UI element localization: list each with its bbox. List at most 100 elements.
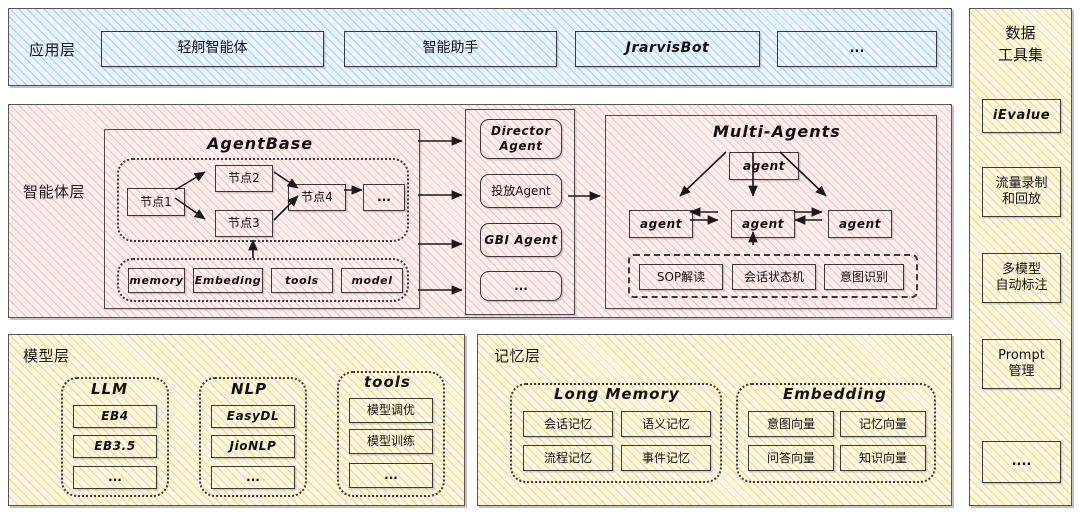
agent-item-1[interactable]: 投放Agent [480, 174, 562, 208]
long-memory-item-3[interactable]: 事件记忆 [621, 445, 711, 471]
node-4[interactable]: ... [363, 184, 405, 211]
embedding-item-2[interactable]: 问答向量 [748, 445, 834, 471]
llm-item-1[interactable]: EB3.5 [73, 435, 157, 458]
data-tools-panel: 数据 工具集 iEvalue 流量录制 和回放 多模型 自动标注 Prompt … [969, 8, 1072, 506]
node-1-label: 节点2 [228, 171, 260, 185]
node-3[interactable]: 节点4 [288, 184, 346, 211]
memory-group-long-title: Long Memory [554, 385, 680, 403]
multi-agent-right[interactable]: agent [828, 210, 892, 238]
agent-item-3[interactable]: ... [480, 271, 562, 301]
app-item-0-label: 轻舸智能体 [177, 40, 248, 57]
app-item-0[interactable]: 轻舸智能体 [101, 31, 324, 67]
long-memory-item-0-label: 会话记忆 [543, 416, 592, 431]
multi-agent-top-label: agent [742, 158, 786, 173]
long-memory-item-2[interactable]: 流程记忆 [523, 445, 613, 471]
node-2-label: 节点3 [228, 216, 260, 230]
nlp-item-2[interactable]: ... [211, 466, 295, 489]
node-2[interactable]: 节点3 [215, 210, 273, 237]
model-group-nlp-title: NLP [231, 380, 268, 398]
llm-item-0[interactable]: EB4 [73, 405, 157, 428]
data-tools-item-3[interactable]: Prompt 管理 [982, 339, 1061, 389]
data-tools-title: 数据 工具集 [970, 23, 1071, 67]
data-tools-item-2-label: 多模型 自动标注 [995, 261, 1048, 293]
nlp-item-1[interactable]: JioNLP [211, 435, 295, 458]
data-tools-item-2[interactable]: 多模型 自动标注 [982, 253, 1061, 303]
tools-item-0[interactable]: 模型调优 [349, 398, 433, 423]
long-memory-item-0[interactable]: 会话记忆 [523, 411, 613, 437]
agents-column-container: Director Agent 投放Agent GBI Agent ... [465, 109, 575, 315]
embedding-item-3-label: 知识向量 [858, 450, 907, 465]
node-3-label: 节点4 [301, 190, 333, 204]
agent-item-0[interactable]: Director Agent [480, 119, 562, 159]
data-tools-item-1[interactable]: 流量录制 和回放 [982, 167, 1061, 217]
llm-item-0-label: EB4 [101, 409, 129, 423]
embedding-item-1[interactable]: 记忆向量 [840, 411, 926, 437]
capability-2[interactable]: 意图识别 [824, 264, 904, 290]
node-0[interactable]: 节点1 [127, 188, 185, 216]
tools-item-2[interactable]: ... [349, 463, 433, 488]
capability-0[interactable]: SOP解读 [639, 264, 723, 290]
embedding-item-1-label: 记忆向量 [858, 416, 907, 431]
tools-item-1-label: 模型训练 [366, 434, 415, 448]
llm-item-1-label: EB3.5 [94, 439, 136, 453]
resource-0-label: memory [129, 273, 184, 287]
nlp-item-0[interactable]: EasyDL [211, 405, 295, 428]
data-tools-item-4-label: .... [1011, 453, 1032, 469]
tools-item-1[interactable]: 模型训练 [349, 429, 433, 454]
resource-1[interactable]: Embeding [193, 268, 263, 293]
resource-3[interactable]: model [341, 268, 403, 293]
node-1[interactable]: 节点2 [215, 165, 273, 192]
embedding-item-0-label: 意图向量 [766, 416, 815, 431]
memory-group-embedding-title: Embedding [783, 385, 887, 403]
resource-2-label: tools [285, 273, 319, 287]
app-item-3[interactable]: ... [777, 31, 937, 67]
resource-0[interactable]: memory [128, 268, 185, 293]
tools-item-0-label: 模型调优 [366, 403, 415, 417]
data-tools-item-4[interactable]: .... [982, 441, 1061, 483]
app-item-3-label: ... [849, 40, 865, 56]
data-tools-title-line1: 数据 [1005, 24, 1036, 42]
agent-item-0-label: Director Agent [491, 124, 551, 153]
capability-1[interactable]: 会话状态机 [732, 264, 816, 290]
resource-2[interactable]: tools [271, 268, 333, 293]
agent-layer-label: 智能体层 [23, 183, 86, 201]
data-tools-item-0-label: iEvalue [992, 107, 1051, 123]
embedding-item-3[interactable]: 知识向量 [840, 445, 926, 471]
capability-2-label: 意图识别 [839, 269, 888, 284]
multi-agent-right-label: agent [838, 216, 882, 231]
model-group-tools-title: tools [364, 373, 411, 391]
app-item-2-label: JrarvisBot [625, 40, 710, 57]
capability-0-label: SOP解读 [656, 269, 706, 284]
llm-item-2[interactable]: ... [73, 466, 157, 489]
agent-item-1-label: 投放Agent [491, 183, 551, 198]
data-tools-item-1-label: 流量录制 和回放 [995, 175, 1048, 207]
embedding-item-0[interactable]: 意图向量 [748, 411, 834, 437]
nlp-item-2-label: ... [246, 470, 260, 484]
nlp-item-1-label: JioNLP [229, 439, 277, 453]
agent-item-2[interactable]: GBI Agent [480, 223, 562, 257]
resource-3-label: model [351, 273, 393, 287]
nlp-item-0-label: EasyDL [226, 409, 280, 423]
data-tools-item-0[interactable]: iEvalue [982, 99, 1061, 133]
long-memory-item-1[interactable]: 语义记忆 [621, 411, 711, 437]
memory-layer-label: 记忆层 [494, 347, 541, 365]
long-memory-item-1-label: 语义记忆 [641, 416, 690, 431]
tools-item-2-label: ... [384, 468, 398, 482]
app-item-1-label: 智能助手 [422, 40, 479, 57]
agent-base-container: AgentBase 节点1 节点2 节点3 节点4 ... memory Emb… [104, 129, 420, 309]
application-layer-panel: 应用层 轻舸智能体 智能助手 JrarvisBot ... [8, 8, 952, 86]
data-tools-item-3-label: Prompt 管理 [998, 347, 1045, 379]
long-memory-item-3-label: 事件记忆 [641, 450, 690, 465]
multi-agent-top[interactable]: agent [729, 152, 799, 180]
agent-item-3-label: ... [514, 278, 528, 293]
model-layer-panel: 模型层 LLM EB4 EB3.5 ... NLP EasyDL JioNLP … [8, 334, 465, 506]
agent-layer-panel: 智能体层 AgentBase 节点1 节点2 节点3 节点4 ... memor… [8, 104, 952, 318]
app-item-1[interactable]: 智能助手 [344, 31, 557, 67]
multi-agent-left[interactable]: agent [629, 210, 693, 238]
app-item-2[interactable]: JrarvisBot [575, 31, 760, 67]
agent-base-title: AgentBase [207, 134, 314, 153]
embedding-item-2-label: 问答向量 [766, 450, 815, 465]
multi-agent-left-label: agent [639, 216, 683, 231]
agent-item-2-label: GBI Agent [484, 232, 558, 247]
multi-agent-center[interactable]: agent [731, 210, 795, 238]
